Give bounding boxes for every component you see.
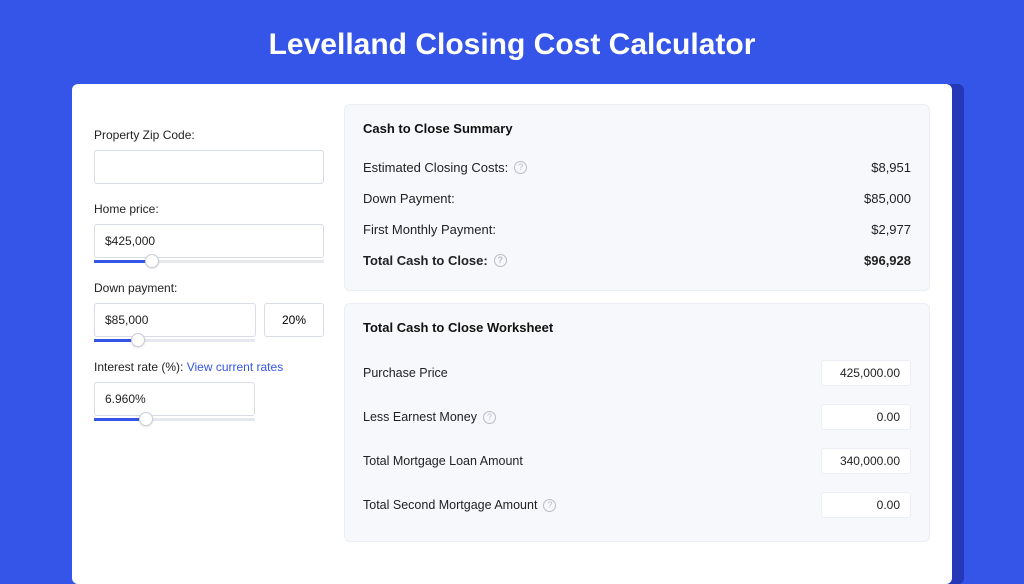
summary-value: $96,928	[864, 253, 911, 268]
summary-row-first-payment: First Monthly Payment: $2,977	[363, 214, 911, 245]
summary-value: $2,977	[871, 222, 911, 237]
interest-field-group: Interest rate (%): View current rates	[94, 360, 324, 421]
down-payment-slider[interactable]	[94, 339, 255, 342]
worksheet-label-wrap: Less Earnest Money ?	[363, 410, 496, 424]
slider-thumb[interactable]	[131, 333, 145, 347]
interest-label-row: Interest rate (%): View current rates	[94, 360, 324, 374]
help-icon[interactable]: ?	[494, 254, 507, 267]
worksheet-value[interactable]: 0.00	[821, 404, 911, 430]
worksheet-label: Total Second Mortgage Amount	[363, 498, 537, 512]
down-payment-input[interactable]	[94, 303, 256, 337]
page-title: Levelland Closing Cost Calculator	[0, 0, 1024, 84]
summary-row-closing-costs: Estimated Closing Costs: ? $8,951	[363, 152, 911, 183]
help-icon[interactable]: ?	[543, 499, 556, 512]
summary-title: Cash to Close Summary	[363, 121, 911, 136]
help-icon[interactable]: ?	[514, 161, 527, 174]
interest-input[interactable]	[94, 382, 255, 416]
results-column: Cash to Close Summary Estimated Closing …	[344, 104, 930, 564]
slider-thumb[interactable]	[139, 412, 153, 426]
zip-field-group: Property Zip Code:	[94, 128, 324, 184]
worksheet-row-earnest-money: Less Earnest Money ? 0.00	[363, 395, 911, 439]
worksheet-value[interactable]: 0.00	[821, 492, 911, 518]
worksheet-row-second-mortgage: Total Second Mortgage Amount ? 0.00	[363, 483, 911, 527]
summary-label-wrap: Total Cash to Close: ?	[363, 253, 507, 268]
summary-label: Total Cash to Close:	[363, 253, 488, 268]
worksheet-label-wrap: Total Second Mortgage Amount ?	[363, 498, 556, 512]
summary-label: Down Payment:	[363, 191, 455, 206]
slider-fill	[94, 418, 139, 421]
slider-fill	[94, 260, 145, 263]
worksheet-row-purchase-price: Purchase Price 425,000.00	[363, 351, 911, 395]
home-price-field-group: Home price:	[94, 202, 324, 263]
zip-input[interactable]	[94, 150, 324, 184]
inputs-column: Property Zip Code: Home price: Down paym…	[94, 104, 324, 564]
home-price-label: Home price:	[94, 202, 324, 216]
worksheet-panel: Total Cash to Close Worksheet Purchase P…	[344, 303, 930, 542]
down-payment-field-group: Down payment: 20%	[94, 281, 324, 342]
worksheet-label: Total Mortgage Loan Amount	[363, 454, 523, 468]
down-payment-label: Down payment:	[94, 281, 324, 295]
view-rates-link[interactable]: View current rates	[187, 360, 284, 374]
worksheet-title: Total Cash to Close Worksheet	[363, 320, 911, 335]
slider-thumb[interactable]	[145, 254, 159, 268]
summary-value: $8,951	[871, 160, 911, 175]
summary-label-wrap: Estimated Closing Costs: ?	[363, 160, 527, 175]
calculator-card: Property Zip Code: Home price: Down paym…	[72, 84, 952, 584]
worksheet-label: Purchase Price	[363, 366, 448, 380]
calculator-container: Property Zip Code: Home price: Down paym…	[72, 84, 952, 584]
interest-slider[interactable]	[94, 418, 255, 421]
interest-label: Interest rate (%):	[94, 360, 187, 374]
worksheet-value[interactable]: 340,000.00	[821, 448, 911, 474]
summary-label: First Monthly Payment:	[363, 222, 496, 237]
home-price-slider[interactable]	[94, 260, 324, 263]
help-icon[interactable]: ?	[483, 411, 496, 424]
worksheet-row-mortgage-loan: Total Mortgage Loan Amount 340,000.00	[363, 439, 911, 483]
summary-panel: Cash to Close Summary Estimated Closing …	[344, 104, 930, 291]
down-payment-row: 20%	[94, 303, 324, 337]
worksheet-label: Less Earnest Money	[363, 410, 477, 424]
slider-fill	[94, 339, 131, 342]
home-price-input[interactable]	[94, 224, 324, 258]
worksheet-value[interactable]: 425,000.00	[821, 360, 911, 386]
summary-label: Estimated Closing Costs:	[363, 160, 508, 175]
down-payment-percent[interactable]: 20%	[264, 303, 324, 337]
summary-row-total: Total Cash to Close: ? $96,928	[363, 245, 911, 276]
summary-value: $85,000	[864, 191, 911, 206]
zip-label: Property Zip Code:	[94, 128, 324, 142]
summary-row-down-payment: Down Payment: $85,000	[363, 183, 911, 214]
